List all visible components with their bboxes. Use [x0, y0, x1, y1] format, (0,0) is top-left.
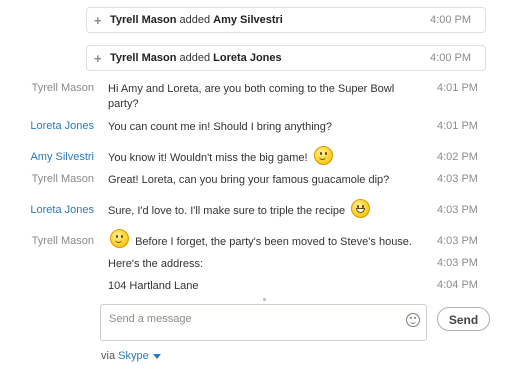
message-text: Before I forget, the party's been moved … [135, 236, 412, 248]
message-time: 4:01 PM [437, 82, 478, 94]
network-label[interactable]: Skype [118, 350, 149, 362]
message-text: 104 Hartland Lane [108, 280, 199, 292]
sender-name[interactable]: Loreta Jones [0, 120, 94, 132]
smiley-icon[interactable] [406, 313, 420, 327]
message-text: Sure, I'd love to. I'll make sure to tri… [108, 205, 346, 217]
message-text: Great! Loreta, can you bring your famous… [108, 174, 390, 186]
message-input[interactable] [107, 312, 401, 326]
message-text: Hi Amy and Loreta, are you both coming t… [108, 83, 395, 110]
message-time: 4:02 PM [437, 151, 478, 163]
message-composer [100, 304, 427, 341]
plus-icon[interactable]: + [94, 51, 102, 66]
event-text: Tyrell Mason added Amy Silvestri [110, 14, 283, 26]
via-network: via Skype [101, 350, 161, 362]
send-button[interactable]: Send [437, 307, 490, 331]
network-selector[interactable]: Skype [118, 350, 161, 362]
sender-name[interactable]: Loreta Jones [0, 204, 94, 216]
grin-emoji-icon [351, 198, 371, 218]
system-event: + Tyrell Mason added Amy Silvestri 4:00 … [86, 7, 486, 33]
smile-emoji-icon [313, 145, 333, 165]
message-body: Before I forget, the party's been moved … [110, 229, 440, 250]
message-time: 4:03 PM [437, 235, 478, 247]
message-text: You know it! Wouldn't miss the big game! [108, 152, 308, 164]
system-event: + Tyrell Mason added Loreta Jones 4:00 P… [86, 45, 486, 71]
message-time: 4:03 PM [437, 204, 478, 216]
sender-name[interactable]: Amy Silvestri [0, 151, 94, 163]
sender-name[interactable]: Tyrell Mason [0, 173, 94, 185]
via-label: via [101, 350, 116, 362]
smile-emoji-icon [110, 229, 129, 249]
sender-name[interactable]: Tyrell Mason [0, 235, 94, 247]
resize-handle[interactable] [263, 298, 266, 301]
event-time: 4:00 PM [430, 52, 471, 64]
sender-name[interactable]: Tyrell Mason [0, 82, 94, 94]
chevron-down-icon[interactable] [152, 353, 161, 359]
message-text: Here's the address: [108, 258, 204, 270]
message-time: 4:04 PM [437, 279, 478, 291]
message-body: Sure, I'd love to. I'll make sure to tri… [108, 198, 438, 219]
message-time: 4:03 PM [437, 257, 478, 269]
message-time: 4:03 PM [437, 173, 478, 185]
event-text: Tyrell Mason added Loreta Jones [110, 52, 282, 64]
message-body: You know it! Wouldn't miss the big game! [108, 145, 438, 166]
event-time: 4:00 PM [430, 14, 471, 26]
message-text: You can count me in! Should I bring anyt… [108, 121, 333, 133]
plus-icon[interactable]: + [94, 13, 102, 28]
message-time: 4:01 PM [437, 120, 478, 132]
